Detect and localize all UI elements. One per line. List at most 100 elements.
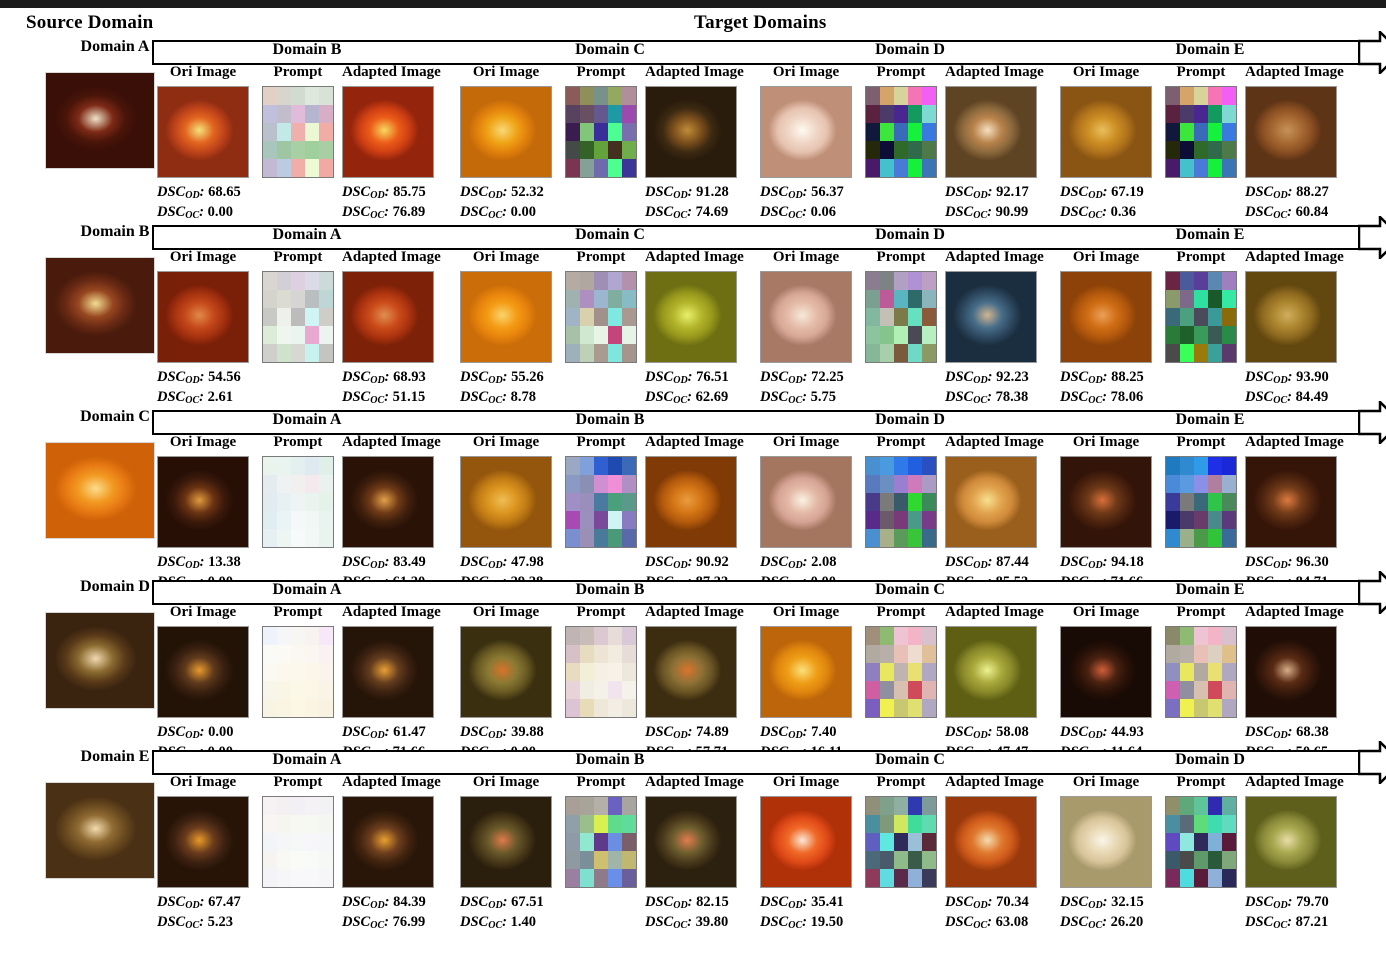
ori-dsc-od: DSCOD: 2.08 — [760, 554, 837, 571]
adapted-image — [945, 271, 1037, 363]
column-header-adapted: Adapted Image — [342, 249, 441, 265]
target-domain-label: Domain D — [1175, 751, 1245, 768]
column-header-prompt: Prompt — [576, 249, 626, 265]
adapted-dsc-oc: DSCOC: 76.99 — [342, 914, 426, 931]
column-header-prompt: Prompt — [876, 774, 926, 790]
ori-dsc-oc: DSCOC: 0.36 — [1060, 204, 1136, 221]
adapted-dsc-oc: DSCOC: 87.21 — [1245, 914, 1329, 931]
figure-canvas: Source Domain Target Domains Domain A Dom… — [0, 8, 1386, 956]
adapted-image — [342, 271, 434, 363]
ori-image — [760, 456, 852, 548]
column-header-adapted: Adapted Image — [1245, 249, 1344, 265]
column-header-ori: Ori Image — [1072, 774, 1140, 790]
prompt-grid — [262, 626, 334, 718]
adapted-image — [342, 456, 434, 548]
ori-dsc-od: DSCOD: 67.19 — [1060, 184, 1144, 201]
column-header-adapted: Adapted Image — [342, 64, 441, 80]
source-domain-image — [45, 782, 155, 879]
target-domain-label: Domain E — [1175, 226, 1245, 243]
ori-dsc-od: DSCOD: 54.56 — [157, 369, 241, 386]
ori-image — [1060, 796, 1152, 888]
target-domain-label: Domain D — [875, 226, 945, 243]
column-header-ori: Ori Image — [472, 604, 540, 620]
ori-dsc-oc: DSCOC: 8.78 — [460, 389, 536, 406]
adapted-dsc-oc: DSCOC: 76.89 — [342, 204, 426, 221]
column-header-ori: Ori Image — [169, 434, 237, 450]
adapted-dsc-oc: DSCOC: 90.99 — [945, 204, 1029, 221]
column-header-prompt: Prompt — [576, 604, 626, 620]
ori-dsc-od: DSCOD: 52.32 — [460, 184, 544, 201]
ori-image — [157, 271, 249, 363]
column-header-adapted: Adapted Image — [342, 774, 441, 790]
column-header-prompt: Prompt — [1176, 249, 1226, 265]
target-domain-label: Domain C — [575, 226, 645, 243]
adapted-image — [645, 626, 737, 718]
column-header-prompt: Prompt — [1176, 604, 1226, 620]
column-header-ori: Ori Image — [472, 774, 540, 790]
adapted-dsc-od: DSCOD: 82.15 — [645, 894, 729, 911]
adapted-dsc-oc: DSCOC: 62.69 — [645, 389, 729, 406]
column-header-adapted: Adapted Image — [1245, 434, 1344, 450]
column-header-prompt: Prompt — [273, 434, 323, 450]
adapted-dsc-od: DSCOD: 96.30 — [1245, 554, 1329, 571]
ori-dsc-od: DSCOD: 35.41 — [760, 894, 844, 911]
ori-image — [460, 86, 552, 178]
column-header-prompt: Prompt — [273, 604, 323, 620]
ori-dsc-oc: DSCOC: 78.06 — [1060, 389, 1144, 406]
prompt-grid — [262, 796, 334, 888]
adapted-dsc-oc: DSCOC: 63.08 — [945, 914, 1029, 931]
ori-dsc-od: DSCOD: 67.47 — [157, 894, 241, 911]
column-header-ori: Ori Image — [1072, 64, 1140, 80]
column-header-prompt: Prompt — [273, 774, 323, 790]
adapted-dsc-od: DSCOD: 74.89 — [645, 724, 729, 741]
adapted-dsc-od: DSCOD: 85.75 — [342, 184, 426, 201]
column-header-adapted: Adapted Image — [645, 64, 744, 80]
source-domain-image — [45, 442, 155, 539]
adapted-image — [342, 86, 434, 178]
ori-dsc-od: DSCOD: 7.40 — [760, 724, 837, 741]
ori-dsc-oc: DSCOC: 1.40 — [460, 914, 536, 931]
column-header-adapted: Adapted Image — [945, 774, 1044, 790]
column-header-prompt: Prompt — [876, 434, 926, 450]
column-header-ori: Ori Image — [772, 434, 840, 450]
ori-dsc-od: DSCOD: 56.37 — [760, 184, 844, 201]
prompt-grid — [262, 271, 334, 363]
column-header-prompt: Prompt — [576, 434, 626, 450]
column-header-ori: Ori Image — [1072, 249, 1140, 265]
ori-image — [1060, 271, 1152, 363]
adapted-dsc-od: DSCOD: 84.39 — [342, 894, 426, 911]
adapted-dsc-od: DSCOD: 83.49 — [342, 554, 426, 571]
adapted-dsc-od: DSCOD: 87.44 — [945, 554, 1029, 571]
source-domain-caption: Source Domain — [26, 12, 154, 33]
target-domain-label: Domain E — [1175, 581, 1245, 598]
target-domain-label: Domain C — [575, 41, 645, 58]
ori-dsc-od: DSCOD: 0.00 — [157, 724, 234, 741]
prompt-grid — [565, 271, 637, 363]
ori-dsc-od: DSCOD: 39.88 — [460, 724, 544, 741]
adapted-dsc-od: DSCOD: 90.92 — [645, 554, 729, 571]
ori-dsc-oc: DSCOC: 5.75 — [760, 389, 836, 406]
column-header-adapted: Adapted Image — [1245, 604, 1344, 620]
adapted-dsc-oc: DSCOC: 39.80 — [645, 914, 729, 931]
prompt-grid — [565, 456, 637, 548]
ori-image — [157, 626, 249, 718]
adapted-dsc-od: DSCOD: 92.23 — [945, 369, 1029, 386]
ori-dsc-oc: DSCOC: 19.50 — [760, 914, 844, 931]
domain-row: Domain C Domain A Ori Image Prompt Adapted I… — [0, 399, 1386, 591]
column-header-adapted: Adapted Image — [945, 434, 1044, 450]
target-domain-label: Domain B — [575, 751, 645, 768]
ori-dsc-od: DSCOD: 13.38 — [157, 554, 241, 571]
source-domain-image — [45, 72, 155, 169]
adapted-dsc-od: DSCOD: 88.27 — [1245, 184, 1329, 201]
adapted-image — [645, 271, 737, 363]
target-domain-label: Domain A — [272, 226, 342, 243]
ori-dsc-od: DSCOD: 88.25 — [1060, 369, 1144, 386]
prompt-grid — [262, 456, 334, 548]
target-domain-label: Domain A — [272, 411, 342, 428]
column-header-adapted: Adapted Image — [645, 249, 744, 265]
ori-image — [157, 456, 249, 548]
adapted-dsc-oc: DSCOC: 78.38 — [945, 389, 1029, 406]
prompt-grid — [865, 271, 937, 363]
ori-image — [157, 796, 249, 888]
ori-dsc-od: DSCOD: 47.98 — [460, 554, 544, 571]
